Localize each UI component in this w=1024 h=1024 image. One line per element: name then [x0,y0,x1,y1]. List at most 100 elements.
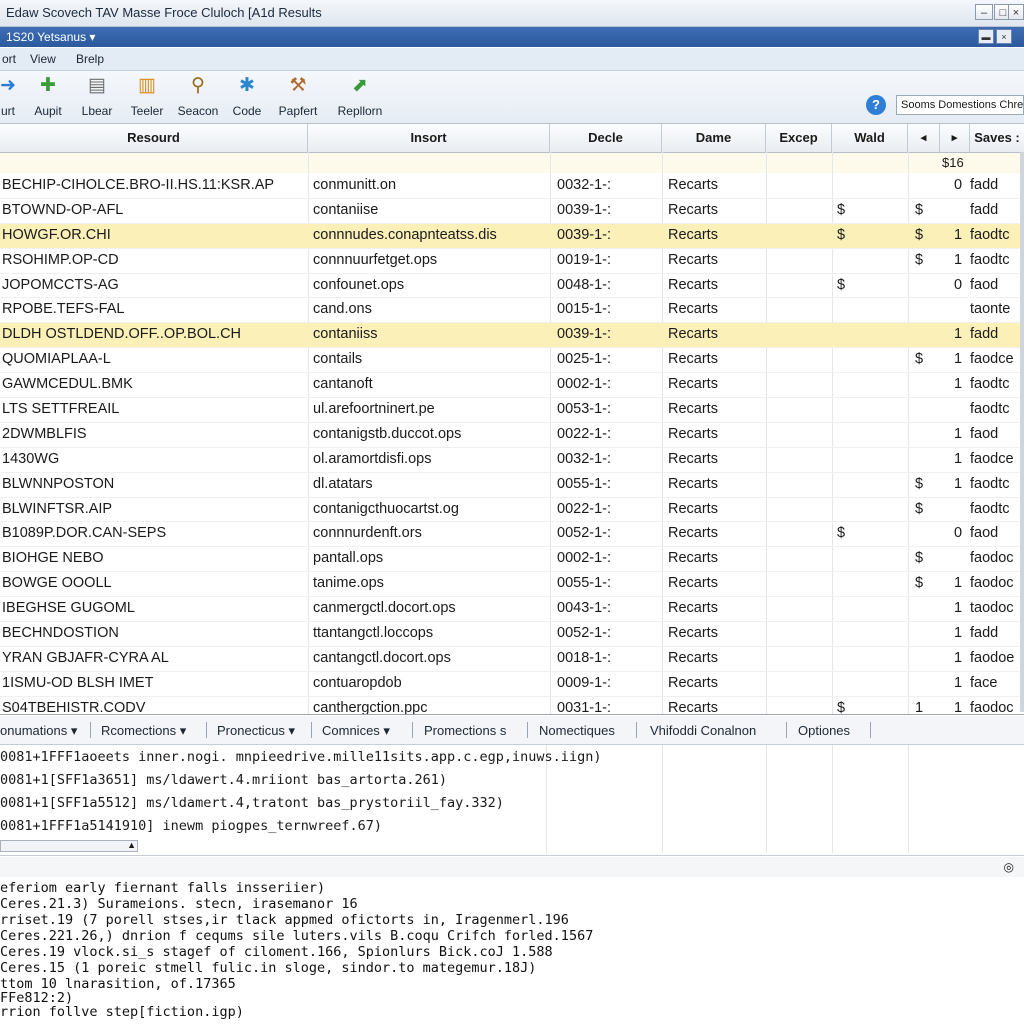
table-row[interactable]: BECHIP-CIHOLCE.BRO-II.HS.11:KSR.AP conmun… [0,174,1024,199]
cell-saves: faodce [970,450,1014,467]
table-row[interactable]: S04TBEHISTR.CODV canthergction.ppc 0031-1-… [0,697,1024,715]
cell-wald: $ [915,475,924,492]
cell-insert: dl.atatars [313,475,373,492]
table-row[interactable]: JOPOMCCTS-AG confounet.ops 0048-1-: Recarts… [0,274,1024,299]
cell-count: 1 [954,226,963,243]
doc-minimize-button[interactable]: ▬ [978,29,994,44]
cell-dame: Recarts [668,625,718,642]
cell-resource: RPOBE.TEFS-FAL [2,301,125,318]
table-row[interactable]: BLWINFTSR.AIP contanigcthuocartst.og 0022-… [0,498,1024,523]
panel-splitter[interactable]: ◎ [0,857,1024,877]
clear-button[interactable]: ▤ Lbear [71,74,123,118]
cell-resource: BECHIP-CIHOLCE.BRO-II.HS.11:KSR.AP [2,177,275,193]
cell-dame: Recarts [668,401,718,418]
menu-item-file[interactable]: ort [2,52,16,66]
cell-insert: tanime.ops [313,575,384,592]
grid-rows: BECHIP-CIHOLCE.BRO-II.HS.11:KSR.AP conmun… [0,174,1024,715]
table-row[interactable]: QUOMIAPLAA-L contails 0025-1-: Recarts $1 fao… [0,348,1024,374]
search-input[interactable]: Sooms Domestions Chre [896,95,1024,115]
cell-insert: contanigstb.duccot.ops [313,425,462,442]
tab-nomectiques[interactable]: Nomectiques [539,723,615,738]
table-row[interactable]: BIOHGE NEBO pantall.ops 0002-1-: Recarts $ fa… [0,547,1024,573]
close-button[interactable]: × [1008,4,1024,20]
cell-dame: Recarts [668,376,718,393]
table-row[interactable]: RPOBE.TEFS-FAL cand.ons 0015-1-: Recarts tao… [0,298,1024,324]
log-line: 0081+1[SFF1a3651] ms/ldawert.4.mriiont b… [0,772,448,788]
table-row[interactable]: 1ISMU-OD BLSH IMET contuaropdob 0009-1-: Re… [0,672,1024,697]
document-selector[interactable]: 1S20 Yetsanus ▾ [6,30,95,44]
tester-label: Teeler [130,104,164,118]
cell-wald: $ [915,575,924,592]
tab-configuration[interactable]: Vhifoddi Conalnon [650,723,756,738]
table-row[interactable]: YRAN GBJAFR-CYRA AL cantangctl.docort.ops… [0,647,1024,672]
column-scroll-left[interactable]: ◂ [908,124,940,152]
minimize-button[interactable]: – [975,4,993,20]
column-header-excep[interactable]: Excep [766,124,832,152]
tester-button[interactable]: ▥ Teeler [121,74,173,118]
log-horizontal-scrollbar[interactable]: ▲ [0,840,138,852]
tab-operations[interactable]: onumations ▾ [0,723,77,739]
column-scroll-right[interactable]: ▸ [940,124,970,152]
title-bar: Edaw Scovech TAV Masse Froce Cluloch [A1… [0,0,1024,27]
vertical-scrollbar[interactable] [1020,152,1024,712]
cell-decle: 0039-1-: [557,201,612,218]
column-header-insert[interactable]: Insort [308,124,550,152]
table-row[interactable]: DLDH OSTLDEND.OFF..OP.BOL.CH contaniiss 00… [0,323,1024,349]
audit-button[interactable]: ✚ Aupit [22,74,74,118]
cell-saves: faodoe [970,649,1015,666]
cell-dame: Recarts [668,525,718,542]
cell-count: 1 [954,600,963,617]
arrow-icon: ➜ [0,75,16,96]
table-row[interactable]: BLWNNPOSTON dl.atatars 0055-1-: Recarts $1 fa… [0,473,1024,498]
table-row[interactable]: 1430WG ol.aramortdisfi.ops 0032-1-: Recarts… [0,448,1024,473]
column-header-saves[interactable]: Saves : [970,124,1024,152]
search-button[interactable]: ⚲ Seacon [172,74,224,118]
table-row[interactable]: BOWGE OOOLL tanime.ops 0055-1-: Recarts $1 fa… [0,572,1024,598]
cell-dame: Recarts [668,425,718,442]
cell-count: 0 [954,177,963,193]
column-header-wald[interactable]: Wald [832,124,908,152]
cell-resource: LTS SETTFREAIL [2,401,120,418]
cell-decle: 0022-1-: [557,425,612,442]
cell-decle: 0055-1-: [557,575,612,592]
cell-dame: Recarts [668,276,718,293]
cell-insert: connnudes.conapnteatss.dis [313,226,497,243]
cell-count: 1 [954,674,963,691]
log-column-divider [832,745,833,853]
table-row[interactable]: RSOHIMP.OP-CD connnuurfetget.ops 0019-1-: R… [0,249,1024,274]
cell-count: 1 [954,699,963,715]
cell-saves: faodtc [970,376,1010,393]
table-row[interactable]: 2DWMBLFIS contanigstb.duccot.ops 0022-1-: R… [0,423,1024,448]
menu-item-view[interactable]: View [30,52,56,66]
replicate-button[interactable]: ⬈ Repllorn [334,74,386,118]
console-line: rrion follve step[fiction.igp) [0,1004,244,1020]
menu-item-help[interactable]: Brelp [76,52,104,66]
table-row[interactable]: HOWGF.OR.CHI connnudes.conapnteatss.dis 00… [0,223,1024,249]
column-header-dame[interactable]: Dame [662,124,766,152]
tab-connections-2[interactable]: Comnices ▾ [322,723,390,739]
tab-connections[interactable]: Rcomections ▾ [101,723,186,739]
table-row[interactable]: BECHNDOSTION ttantangctl.loccops 0052-1-: R… [0,622,1024,647]
cell-insert: contanigcthuocartst.og [313,500,459,517]
column-header-resource[interactable]: Resourd [0,124,308,152]
panel-toggle-icon[interactable]: ◎ [1004,860,1014,874]
cell-decle: 0009-1-: [557,674,612,691]
table-row[interactable]: B1089P.DOR.CAN-SEPS connnurdenft.ors 0052-… [0,522,1024,548]
help-icon[interactable]: ? [866,95,886,115]
table-row[interactable]: GAWMCEDUL.BMK cantanoft 0002-1-: Recarts 1 fa… [0,373,1024,399]
table-row[interactable]: LTS SETTFREAIL ul.arefoortninert.pe 0053-1… [0,398,1024,423]
column-header-decle[interactable]: Decle [550,124,662,152]
report-button[interactable]: ⚒ Papfert [272,74,324,118]
tab-properties[interactable]: Pronecticus ▾ [217,723,295,739]
tab-options[interactable]: Optiones [798,723,850,738]
table-row[interactable]: BTOWND-OP-AFL contaniise 0039-1-: Recarts $ $… [0,199,1024,224]
cell-count: 1 [954,326,963,343]
cell-saves: faodtc [970,251,1010,268]
tab-promotions[interactable]: Promections s [424,723,506,738]
doc-close-button[interactable]: × [996,29,1012,44]
log-panel: 0081+1FFF1aoeets inner.nogi. mnpieedrive… [0,745,1024,856]
code-button[interactable]: ✱ Code [221,74,273,118]
table-row[interactable]: IBEGHSE GUGOML canmergctl.docort.ops 0043-… [0,597,1024,623]
scroll-arrow-icon[interactable]: ▲ [127,840,136,850]
search-icon: ⚲ [191,75,205,96]
